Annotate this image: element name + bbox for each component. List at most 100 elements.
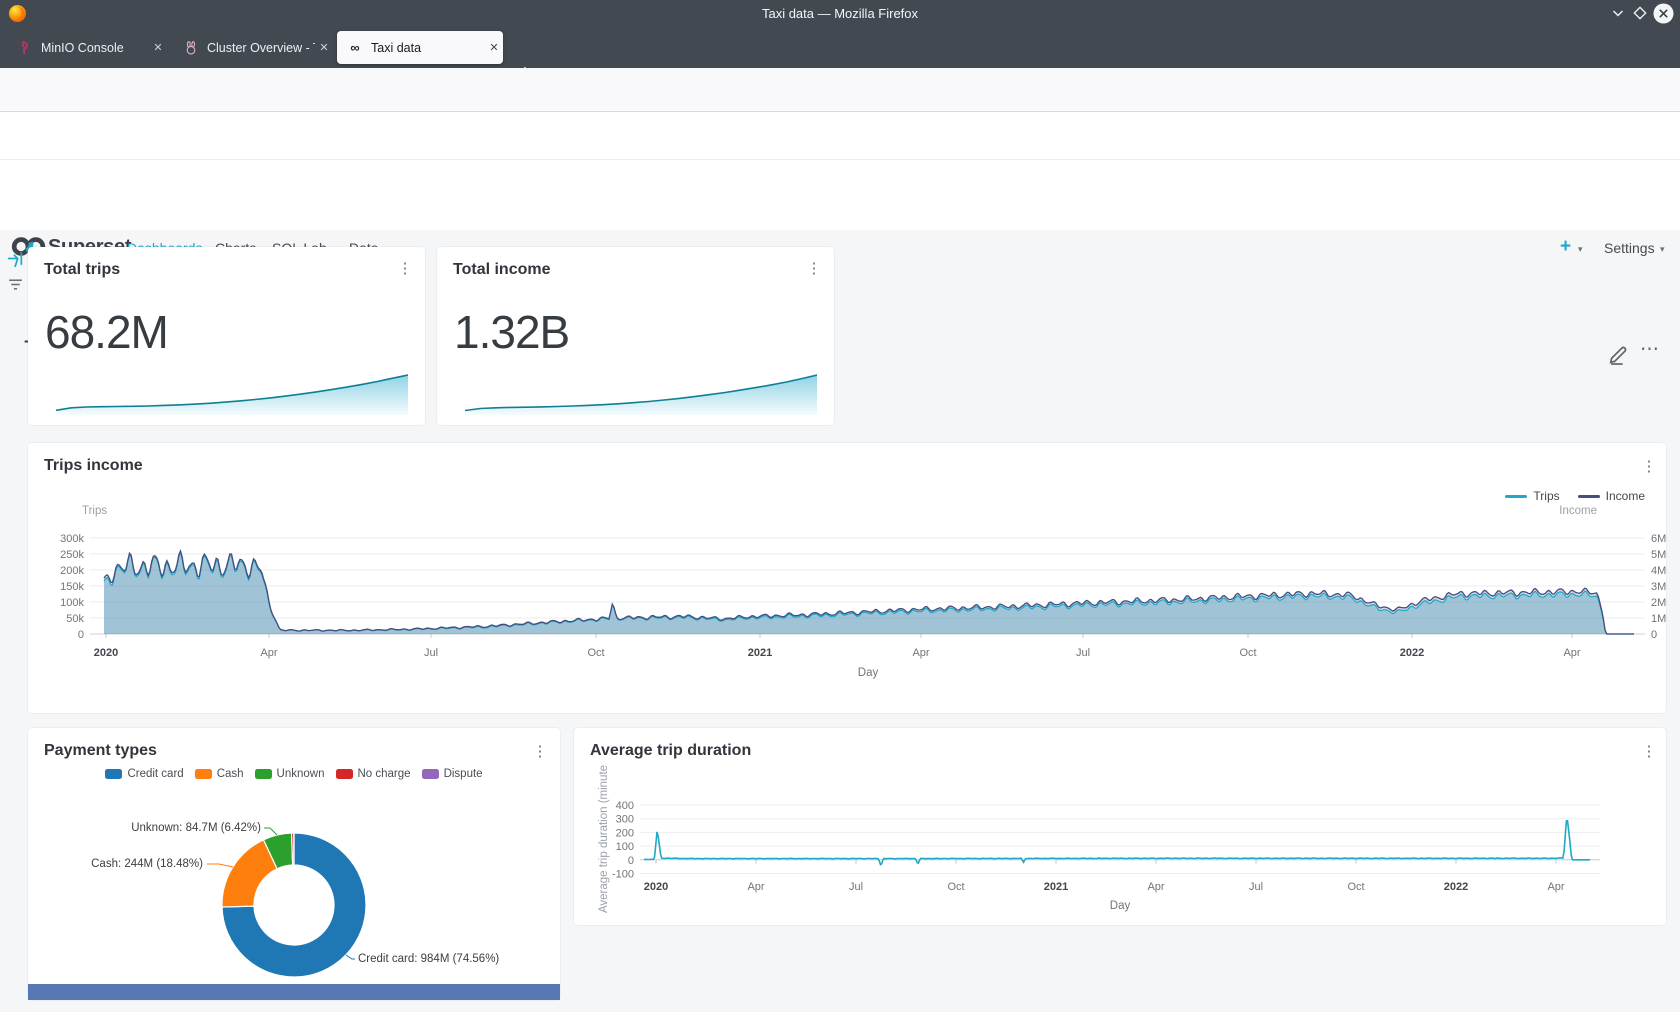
add-new-button[interactable]: + [1560,236,1571,258]
tab-strip: MinIO Console ✕ Cluster Overview - Trino… [0,27,1680,68]
svg-text:50k: 50k [66,613,84,625]
card-payment-types: Payment types ⋮ Credit card Cash Unknown… [28,728,560,1000]
window-title: Taxi data — Mozilla Firefox [0,6,1680,21]
svg-text:2022: 2022 [1444,881,1468,893]
svg-text:100: 100 [616,841,634,853]
svg-text:1M: 1M [1651,613,1666,625]
tab-close-button[interactable]: ✕ [485,41,503,54]
card-total-trips: Total trips ⋮ 68.2M [28,247,425,425]
cropped-chart-strip [28,984,560,1000]
svg-text:Oct: Oct [947,881,964,893]
svg-text:2021: 2021 [748,647,772,659]
tab-label: Cluster Overview - Trino [207,41,315,55]
tab-taxi-data[interactable]: ∞ Taxi data ✕ [337,31,503,64]
card-total-income: Total income ⋮ 1.32B [437,247,834,425]
chart-kebab-menu[interactable]: ⋮ [1640,457,1658,475]
legend-item-trips[interactable]: Trips [1505,489,1559,503]
svg-text:Oct: Oct [1239,647,1256,659]
svg-text:300k: 300k [60,533,84,545]
payment-types-donut-chart[interactable]: Unknown: 84.7M (6.42%) Cash: 244M (18.48%… [28,728,560,984]
svg-text:100k: 100k [60,597,84,609]
svg-text:Jul: Jul [849,881,863,893]
window-close-button[interactable] [1653,3,1674,24]
svg-text:2021: 2021 [1044,881,1068,893]
svg-text:400: 400 [616,800,634,812]
expand-filter-bar-button[interactable] [7,250,24,267]
svg-text:5M: 5M [1651,549,1666,561]
svg-text:Apr: Apr [912,647,929,659]
filter-icon[interactable] [7,276,24,293]
sparkline-chart[interactable] [56,371,408,415]
card-avg-trip-duration: Average trip duration ⋮ Average trip dur… [574,728,1666,925]
legend-item-income[interactable]: Income [1578,489,1645,503]
x-axis-title: Day [1070,900,1170,912]
y-axis-title: Average trip duration (minute [598,765,610,913]
svg-text:150k: 150k [60,581,84,593]
svg-text:-100: -100 [612,869,634,881]
trino-icon [183,40,199,56]
chart-title: Average trip duration [590,742,751,760]
svg-text:0: 0 [628,855,634,867]
svg-text:4M: 4M [1651,565,1666,577]
window-maximize-button[interactable] [1632,5,1648,21]
tab-label: Taxi data [371,41,485,55]
card-trips-income: Trips income ⋮ Trips Income Trips Income… [28,443,1666,713]
svg-text:200k: 200k [60,565,84,577]
window-minimize-button[interactable] [1610,5,1626,21]
svg-text:6M: 6M [1651,533,1666,545]
chart-kebab-menu[interactable]: ⋮ [1640,742,1658,760]
tab-label: MinIO Console [41,41,149,55]
svg-text:Oct: Oct [1347,881,1364,893]
tab-close-button[interactable]: ✕ [149,41,167,54]
svg-text:2020: 2020 [94,647,118,659]
svg-text:0: 0 [1651,629,1657,641]
svg-text:Credit card: 984M (74.56%): Credit card: 984M (74.56%) [358,953,499,965]
titlebar: Taxi data — Mozilla Firefox [0,0,1680,27]
svg-text:2M: 2M [1651,597,1666,609]
edit-dashboard-button[interactable] [1608,343,1630,365]
dashboard-menu-button[interactable]: ⋯ [1640,338,1659,361]
svg-text:0: 0 [78,629,84,641]
tab-close-button[interactable]: ✕ [315,41,333,54]
svg-text:Apr: Apr [1147,881,1164,893]
chevron-down-icon: ▾ [1660,244,1665,255]
big-number-value: 68.2M [45,305,168,359]
superset-tab-icon: ∞ [347,40,363,56]
svg-text:Unknown: 84.7M (6.42%): Unknown: 84.7M (6.42%) [131,822,261,834]
big-number-value: 1.32B [454,305,569,359]
svg-text:200: 200 [616,827,634,839]
svg-text:Apr: Apr [1547,881,1564,893]
tab-trino[interactable]: Cluster Overview - Trino ✕ [173,31,333,64]
svg-text:Jul: Jul [1076,647,1090,659]
chart-kebab-menu[interactable]: ⋮ [396,259,414,277]
chart-legend: Trips Income [1505,489,1645,503]
y-axis-title-left: Trips [82,505,107,517]
chart-title: Total income [453,261,551,279]
x-axis-title: Day [818,667,918,679]
settings-menu[interactable]: Settings [1604,240,1655,256]
svg-text:3M: 3M [1651,581,1666,593]
minio-icon [17,40,33,56]
svg-text:Oct: Oct [587,647,604,659]
svg-text:Apr: Apr [1563,647,1580,659]
sparkline-chart[interactable] [465,371,817,415]
chart-title: Trips income [44,457,143,475]
svg-text:300: 300 [616,814,634,826]
chevron-down-icon: ▾ [1578,244,1583,255]
legend-swatch [1578,495,1600,498]
dashboard-title-row: Taxi data Draft ☆ ⋯ [0,160,1680,230]
browser-toolbar: ← → ⟳ 172.18.0.4:32295/superset/dashboar… [0,68,1680,112]
y-axis-title-right: Income [1555,505,1597,517]
svg-text:250k: 250k [60,549,84,561]
superset-header: Superset Dashboards Charts SQL Lab ▾ Dat… [0,112,1680,160]
legend-swatch [1505,495,1527,498]
svg-text:Jul: Jul [1249,881,1263,893]
browser-window: Taxi data — Mozilla Firefox MinIO Consol… [0,0,1680,1012]
svg-text:2020: 2020 [644,881,668,893]
tab-minio-console[interactable]: MinIO Console ✕ [7,31,167,64]
svg-text:Cash: 244M (18.48%): Cash: 244M (18.48%) [91,858,203,870]
svg-text:Apr: Apr [260,647,277,659]
svg-text:Jul: Jul [424,647,438,659]
chart-title: Total trips [44,261,120,279]
chart-kebab-menu[interactable]: ⋮ [805,259,823,277]
